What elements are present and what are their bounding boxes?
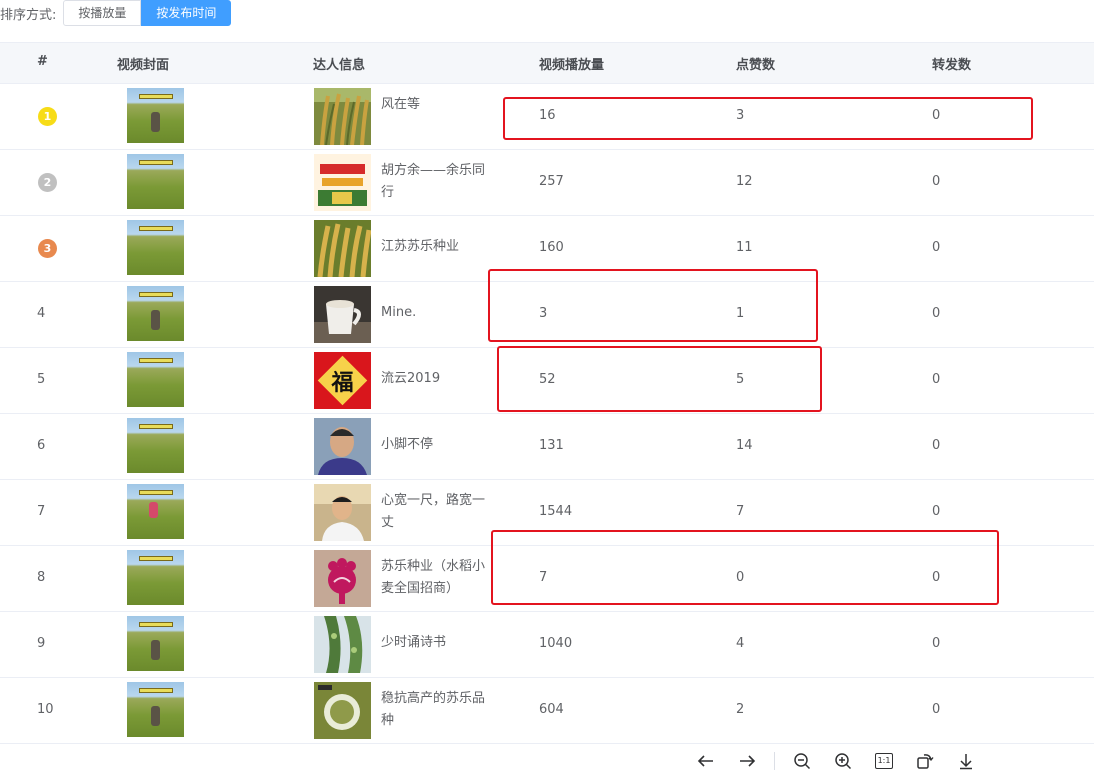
- creator-name[interactable]: 江苏苏乐种业: [381, 236, 491, 258]
- share-count: 0: [932, 636, 941, 651]
- rank-gold-badge: 1: [38, 107, 57, 126]
- table-row[interactable]: 9 少时诵诗书 1040 4 0: [0, 612, 1094, 678]
- row-index: 8: [37, 570, 46, 585]
- actual-size-icon[interactable]: 1:1: [870, 747, 898, 775]
- like-count: 2: [736, 702, 745, 717]
- video-cover-thumbnail[interactable]: [127, 352, 184, 407]
- creator-name[interactable]: 胡方余——余乐同行: [381, 160, 491, 204]
- video-cover-thumbnail[interactable]: [127, 682, 184, 737]
- rank-silver-badge: 2: [38, 173, 57, 192]
- creator-name[interactable]: 小脚不停: [381, 434, 491, 456]
- arrow-right-icon[interactable]: [733, 747, 761, 775]
- creator-avatar[interactable]: [314, 616, 371, 673]
- creator-avatar[interactable]: 福: [314, 352, 371, 409]
- video-cover-thumbnail[interactable]: [127, 286, 184, 341]
- table-row[interactable]: 2 胡方余——余乐同行 257 12 0: [0, 150, 1094, 216]
- download-icon[interactable]: [952, 747, 980, 775]
- zoom-out-icon[interactable]: [788, 747, 816, 775]
- creator-avatar[interactable]: [314, 88, 371, 145]
- highlight-box-row-1: [503, 97, 1033, 140]
- like-count: 12: [736, 174, 753, 189]
- creator-name[interactable]: 苏乐种业（水稻小麦全国招商）: [381, 556, 491, 600]
- row-index: 6: [37, 438, 46, 453]
- play-count: 257: [539, 174, 564, 189]
- video-cover-thumbnail[interactable]: [127, 418, 184, 473]
- row-index: 5: [37, 372, 46, 387]
- video-cover-thumbnail[interactable]: [127, 616, 184, 671]
- creator-avatar[interactable]: [314, 484, 371, 541]
- rank-bronze-badge: 3: [38, 239, 57, 258]
- creator-avatar[interactable]: [314, 550, 371, 607]
- creator-avatar[interactable]: [314, 682, 371, 739]
- header-likes: 点赞数: [736, 58, 776, 73]
- actual-size-glyph: 1:1: [875, 753, 893, 769]
- video-cover-thumbnail[interactable]: [127, 220, 184, 275]
- fu-glyph: 福: [331, 370, 354, 396]
- play-count: 604: [539, 702, 564, 717]
- header-creator: 达人信息: [313, 58, 366, 73]
- creator-name[interactable]: 稳抗高产的苏乐品种: [381, 688, 491, 732]
- like-count: 14: [736, 438, 753, 453]
- table-row[interactable]: 10 稳抗高产的苏乐品种 604 2 0: [0, 678, 1094, 744]
- viewer-toolbar: 1:1: [692, 747, 993, 775]
- arrow-left-icon[interactable]: [692, 747, 720, 775]
- table-row[interactable]: 6 小脚不停 131 14 0: [0, 414, 1094, 480]
- sort-bar: 排序方式: 按播放量 按发布时间: [0, 0, 232, 26]
- video-cover-thumbnail[interactable]: [127, 484, 184, 539]
- header-plays: 视频播放量: [539, 58, 605, 73]
- video-cover-thumbnail[interactable]: [127, 88, 184, 143]
- share-count: 0: [932, 306, 941, 321]
- creator-name[interactable]: 风在等: [381, 94, 491, 116]
- header-cover: 视频封面: [117, 58, 170, 73]
- row-index: 4: [37, 306, 46, 321]
- row-index: 9: [37, 636, 46, 651]
- play-count: 1544: [539, 504, 573, 519]
- creator-name[interactable]: 流云2019: [381, 368, 491, 390]
- share-count: 0: [932, 438, 941, 453]
- rotate-icon[interactable]: [911, 747, 939, 775]
- toolbar-divider: [774, 752, 775, 770]
- sort-by-plays-button[interactable]: 按播放量: [63, 0, 142, 26]
- table-header: # 视频封面 达人信息 视频播放量 点赞数 转发数: [0, 42, 1094, 84]
- creator-name[interactable]: 少时诵诗书: [381, 632, 491, 654]
- header-index: #: [37, 54, 48, 69]
- creator-name[interactable]: Mine.: [381, 302, 491, 324]
- share-count: 0: [932, 174, 941, 189]
- creator-avatar[interactable]: [314, 286, 371, 343]
- share-count: 0: [932, 240, 941, 255]
- like-count: 4: [736, 636, 745, 651]
- creator-name[interactable]: 心宽一尺，路宽一丈: [381, 490, 491, 534]
- share-count: 0: [932, 372, 941, 387]
- zoom-in-icon[interactable]: [829, 747, 857, 775]
- highlight-box-row-8: [491, 530, 999, 605]
- share-count: 0: [932, 504, 941, 519]
- highlight-box-row-4: [488, 269, 818, 342]
- like-count: 7: [736, 504, 745, 519]
- play-count: 131: [539, 438, 564, 453]
- creator-avatar[interactable]: [314, 220, 371, 277]
- like-count: 11: [736, 240, 753, 255]
- video-cover-thumbnail[interactable]: [127, 154, 184, 209]
- video-cover-thumbnail[interactable]: [127, 550, 184, 605]
- play-count: 160: [539, 240, 564, 255]
- row-index: 10: [37, 702, 54, 717]
- play-count: 1040: [539, 636, 573, 651]
- sort-button-group: 按播放量 按发布时间: [63, 0, 232, 26]
- sort-by-publish-time-button[interactable]: 按发布时间: [141, 0, 232, 26]
- row-index: 7: [37, 504, 46, 519]
- header-shares: 转发数: [932, 58, 972, 73]
- highlight-box-row-5: [497, 346, 822, 412]
- share-count: 0: [932, 702, 941, 717]
- creator-avatar[interactable]: [314, 154, 371, 211]
- creator-avatar[interactable]: [314, 418, 371, 475]
- sort-label: 排序方式:: [0, 7, 57, 23]
